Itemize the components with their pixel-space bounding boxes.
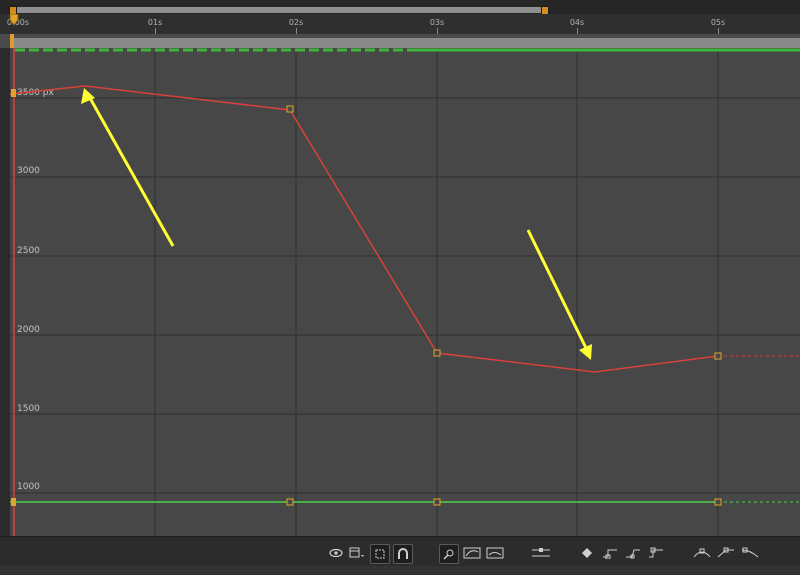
time-label-5: 05s	[710, 18, 726, 27]
easy-ease-in-icon[interactable]	[692, 544, 712, 562]
time-label-4: 04s	[569, 18, 585, 27]
bottom-status-strip	[0, 566, 800, 574]
value-label-2000: 2000	[17, 325, 40, 335]
fit-selection-icon[interactable]	[439, 544, 459, 564]
playhead-handle[interactable]	[9, 14, 19, 26]
convert-auto-bezier-icon[interactable]	[624, 544, 642, 562]
time-ruler[interactable]: 0:00s 01s 02s 03s 04s 05s	[0, 14, 800, 34]
keyframe-0[interactable]	[11, 89, 16, 97]
graph-canvas[interactable]: 3500 px 3000 2500 2000 1500 1000	[10, 48, 800, 536]
annotation-arrow-down	[526, 229, 592, 360]
flat-keyframe-3[interactable]	[714, 498, 722, 506]
separate-dimensions-icon[interactable]	[530, 544, 552, 562]
time-navigator-track[interactable]	[10, 7, 545, 13]
transform-box-icon[interactable]	[370, 544, 390, 564]
speed-curve[interactable]	[10, 85, 719, 373]
time-label-2: 02s	[288, 18, 304, 27]
graph-editor[interactable]: 3500 px 3000 2500 2000 1500 1000	[10, 48, 800, 536]
horizontal-grid	[10, 97, 800, 494]
graph-type-menu-icon[interactable]	[348, 544, 366, 562]
fit-width-icon[interactable]	[485, 544, 505, 562]
work-area-bar[interactable]	[0, 34, 800, 48]
eye-icon[interactable]	[328, 544, 344, 562]
flat-keyframe-2[interactable]	[433, 498, 441, 506]
easy-ease-out-icon[interactable]	[716, 544, 736, 562]
easy-ease-icon[interactable]	[647, 544, 665, 562]
work-area-range[interactable]	[12, 38, 800, 48]
ease-curve-icon[interactable]	[740, 544, 760, 562]
vertical-grid	[154, 52, 719, 536]
keyframe-3[interactable]	[714, 352, 722, 360]
fit-all-icon[interactable]	[462, 544, 482, 562]
convert-hold-icon[interactable]	[601, 544, 619, 562]
value-label-2500: 2500	[17, 246, 40, 256]
annotation-arrow-up	[81, 88, 175, 247]
flat-keyframe-0[interactable]	[11, 498, 16, 506]
time-label-1: 01s	[147, 18, 163, 27]
time-navigator	[0, 0, 800, 17]
value-label-1500: 1500	[17, 404, 40, 414]
value-label-1000: 1000	[17, 482, 40, 492]
value-label-3000: 3000	[17, 166, 40, 176]
edit-keyframe-icon[interactable]	[579, 544, 595, 562]
keyframe-1[interactable]	[286, 105, 294, 113]
time-label-3: 03s	[429, 18, 445, 27]
flat-keyframe-1[interactable]	[286, 498, 294, 506]
work-area-start-marker[interactable]	[10, 34, 14, 48]
snap-icon[interactable]	[393, 544, 413, 564]
keyframe-2[interactable]	[433, 349, 441, 357]
